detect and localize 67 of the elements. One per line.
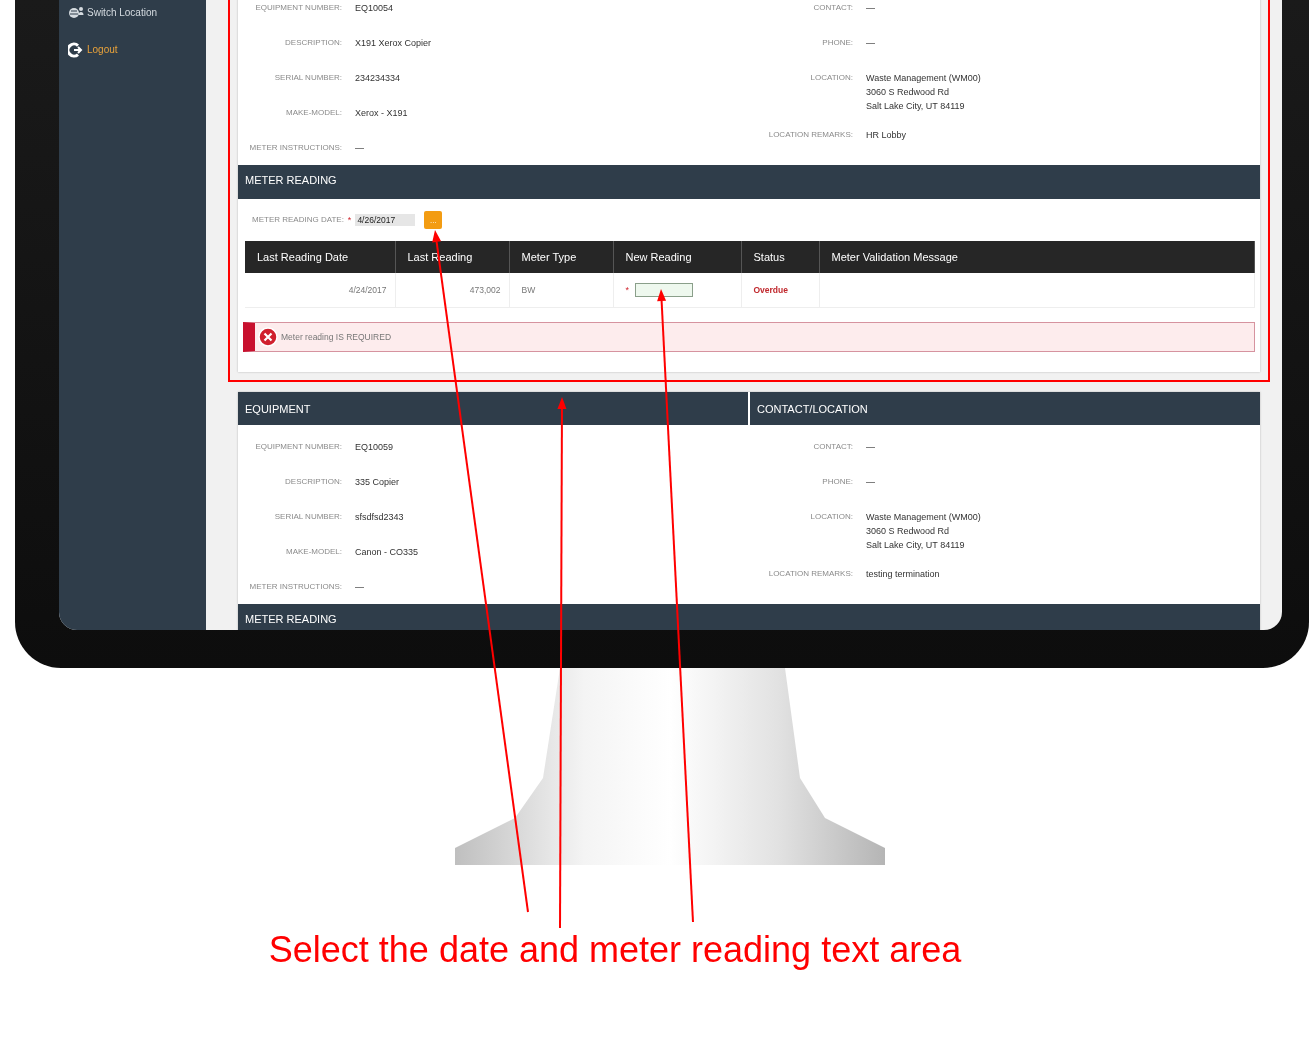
field-value: sfsdfsd2343 — [355, 511, 405, 524]
section-header: METER READING — [238, 604, 1260, 630]
table-cell: 4/24/2017 — [245, 273, 395, 308]
field-value: 335 Copier — [355, 476, 401, 489]
address-line: 3060 S Redwood Rd — [866, 86, 951, 99]
error-icon — [258, 327, 278, 347]
column-header: Meter Type — [509, 241, 613, 273]
sidebar-item-label: Logout — [87, 44, 118, 55]
column-header: New Reading — [613, 241, 741, 273]
required-mark: * — [347, 215, 352, 225]
field-label: LOCATION REMARKS: — [767, 129, 853, 141]
field-value: HR Lobby — [866, 129, 908, 142]
section-header: METER READING — [238, 165, 1260, 199]
field-label: METER READING DATE: — [252, 214, 344, 226]
sidebar-item-label: Switch Location — [87, 7, 158, 18]
field-label: DESCRIPTION: — [284, 37, 342, 49]
field-value: 234234334 — [355, 72, 402, 85]
field-value: — — [866, 441, 876, 454]
field-value: X191 Xerox Copier — [355, 37, 433, 50]
date-field[interactable]: 4/26/2017 — [355, 214, 416, 226]
field-value: Xerox - X191 — [355, 107, 409, 120]
reading-input-field[interactable] — [635, 283, 693, 297]
field-label: LOCATION REMARKS: — [767, 568, 853, 580]
field-value: EQ10059 — [355, 441, 395, 454]
table-cell: 473,002 — [395, 273, 509, 308]
field-value: — — [355, 581, 365, 594]
field-value: — — [866, 2, 876, 15]
logout-icon — [68, 41, 84, 58]
section-header: EQUIPMENT — [238, 392, 748, 425]
field-label: PHONE: — [821, 476, 853, 488]
required-mark: * — [625, 285, 629, 295]
table-cell: BW — [509, 273, 613, 308]
address-line: Waste Management (WM00) — [866, 72, 982, 85]
field-value: EQ10054 — [355, 2, 395, 15]
field-value: — — [866, 476, 876, 489]
field-label: MAKE-MODEL: — [285, 546, 342, 558]
field-value: — — [866, 37, 876, 50]
field-label: SERIAL NUMBER: — [273, 72, 342, 84]
field-value: testing termination — [866, 568, 941, 581]
section-header: CONTACT/LOCATION — [750, 392, 1260, 425]
field-label: CONTACT: — [812, 441, 853, 453]
sidebar-item[interactable]: Logout — [68, 41, 206, 58]
field-value: Canon - CO335 — [355, 546, 420, 559]
field-label: METER INSTRUCTIONS: — [248, 581, 342, 593]
status-cell: Overdue — [741, 273, 819, 308]
sidebar-item[interactable]: Switch Location — [68, 4, 206, 21]
field-label: EQUIPMENT NUMBER: — [254, 2, 342, 14]
address-line: Waste Management (WM00) — [866, 511, 982, 524]
column-header: Status — [741, 241, 819, 273]
column-header: Meter Validation Message — [819, 241, 1255, 273]
field-label: LOCATION: — [809, 511, 853, 523]
error-text: Meter reading IS REQUIRED — [281, 332, 392, 342]
address-line: Salt Lake City, UT 84119 — [866, 539, 966, 552]
globe-user-icon — [68, 6, 84, 19]
field-label: EQUIPMENT NUMBER: — [254, 441, 342, 453]
address-line: 3060 S Redwood Rd — [866, 525, 951, 538]
column-header: Last Reading Date — [245, 241, 395, 273]
field-label: SERIAL NUMBER: — [273, 511, 342, 523]
annotation-caption: Select the date and meter reading text area — [267, 928, 963, 972]
field-value: — — [355, 142, 365, 155]
field-label: PHONE: — [821, 37, 853, 49]
address-line: Salt Lake City, UT 84119 — [866, 100, 966, 113]
field-label: METER INSTRUCTIONS: — [248, 142, 342, 154]
field-label: LOCATION: — [809, 72, 853, 84]
field-label: DESCRIPTION: — [284, 476, 342, 488]
field-label: CONTACT: — [812, 2, 853, 14]
field-label: MAKE-MODEL: — [285, 107, 342, 119]
